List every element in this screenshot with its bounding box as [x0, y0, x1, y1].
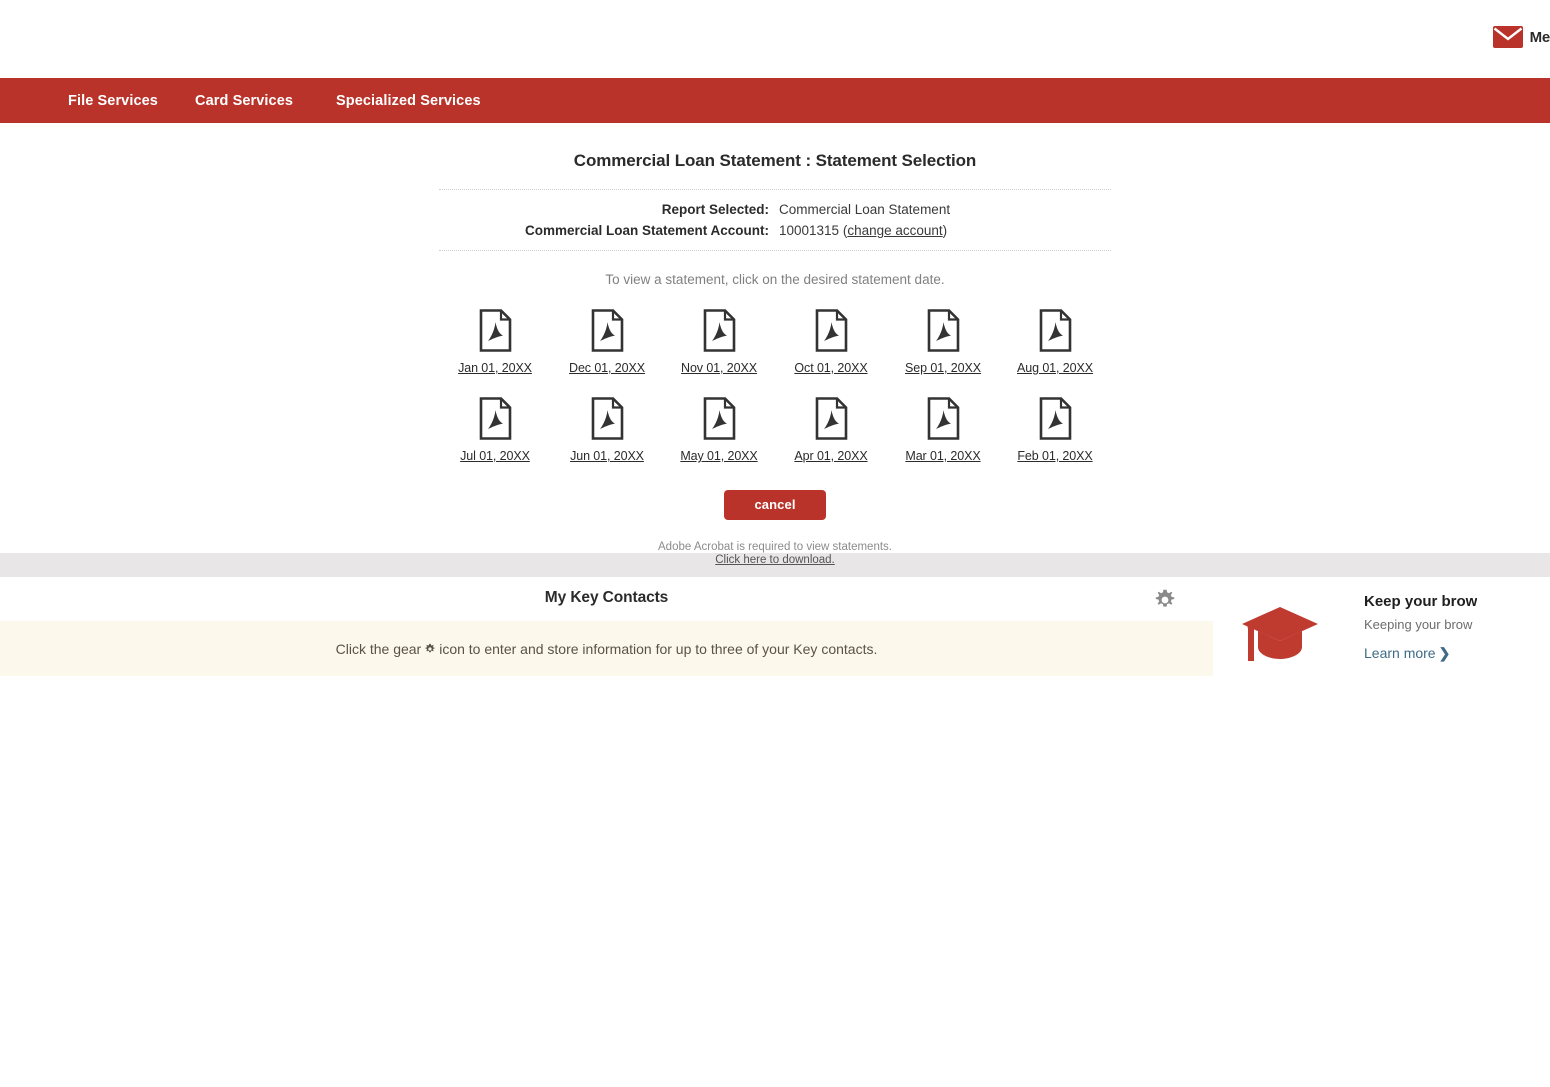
- promo-text-block: Keep your brow Keeping your brow Learn m…: [1364, 593, 1477, 662]
- pdf-icon: [703, 397, 736, 440]
- statement-date-label: May 01, 20XX: [680, 449, 757, 463]
- mail-icon: [1493, 26, 1523, 48]
- statement-item[interactable]: Sep 01, 20XX: [887, 309, 999, 375]
- main-navigation-bar: bles File Services Card Services Special…: [0, 78, 1550, 123]
- promo-title: Keep your brow: [1364, 593, 1477, 610]
- promo-panel: Keep your brow Keeping your brow Learn m…: [1213, 577, 1550, 687]
- cancel-button-container: cancel: [0, 490, 1550, 520]
- statement-grid: Jan 01, 20XX Dec 01, 20XX Nov 01, 20XX: [439, 309, 1111, 463]
- pdf-icon: [591, 397, 624, 440]
- pdf-icon: [815, 397, 848, 440]
- statement-date-label: Oct 01, 20XX: [794, 361, 867, 375]
- change-account-paren-close: ): [943, 223, 948, 238]
- contacts-message-pre: Click the gear: [336, 641, 422, 657]
- account-value-group: 10001315 (change account): [779, 223, 1111, 238]
- acrobat-download-link[interactable]: Click here to download.: [715, 554, 835, 566]
- report-selected-row: Report Selected: Commercial Loan Stateme…: [439, 199, 1111, 220]
- statement-date-label: Nov 01, 20XX: [681, 361, 757, 375]
- pdf-icon: [815, 309, 848, 352]
- statement-row: Jul 01, 20XX Jun 01, 20XX May 01, 20XX: [439, 397, 1111, 463]
- statement-item[interactable]: Aug 01, 20XX: [999, 309, 1111, 375]
- report-selected-value: Commercial Loan Statement: [779, 202, 1111, 217]
- statement-date-label: Sep 01, 20XX: [905, 361, 981, 375]
- account-number: 10001315: [779, 223, 839, 238]
- pdf-icon: [591, 309, 624, 352]
- contacts-message-post: icon to enter and store information for …: [439, 641, 877, 657]
- contacts-panel-title: My Key Contacts: [545, 589, 668, 607]
- statement-date-label: Apr 01, 20XX: [794, 449, 867, 463]
- contacts-settings-button[interactable]: [1153, 588, 1177, 612]
- chevron-right-icon: ❯: [1439, 645, 1451, 661]
- statement-date-label: Jun 01, 20XX: [570, 449, 644, 463]
- statement-item[interactable]: Jan 01, 20XX: [439, 309, 551, 375]
- statement-item[interactable]: Oct 01, 20XX: [775, 309, 887, 375]
- statement-item[interactable]: Dec 01, 20XX: [551, 309, 663, 375]
- statement-date-label: Feb 01, 20XX: [1017, 449, 1092, 463]
- report-selected-label: Report Selected:: [439, 202, 779, 217]
- graduation-cap-icon: [1240, 601, 1320, 667]
- statement-item[interactable]: Nov 01, 20XX: [663, 309, 775, 375]
- page-filler: [0, 687, 1550, 1087]
- change-account-link[interactable]: change account: [847, 223, 942, 238]
- promo-subtitle: Keeping your brow: [1364, 617, 1477, 632]
- statement-item[interactable]: Apr 01, 20XX: [775, 397, 887, 463]
- statement-item[interactable]: Feb 01, 20XX: [999, 397, 1111, 463]
- main-content: Commercial Loan Statement : Statement Se…: [0, 123, 1550, 553]
- mail-label: Me: [1530, 29, 1550, 46]
- contacts-empty-message: Click the gear icon to enter and store i…: [0, 621, 1213, 676]
- acrobat-note-text: Adobe Acrobat is required to view statem…: [0, 541, 1550, 554]
- statement-item[interactable]: Jul 01, 20XX: [439, 397, 551, 463]
- statement-date-label: Dec 01, 20XX: [569, 361, 645, 375]
- pdf-icon: [1039, 397, 1072, 440]
- page-title: Commercial Loan Statement : Statement Se…: [0, 123, 1550, 171]
- pdf-icon: [479, 397, 512, 440]
- promo-learn-more-link[interactable]: Learn more❯: [1364, 645, 1477, 662]
- acrobat-note: Adobe Acrobat is required to view statem…: [0, 541, 1550, 567]
- nav-item-card-services[interactable]: Card Services: [195, 93, 293, 109]
- statement-date-label: Mar 01, 20XX: [905, 449, 980, 463]
- pdf-icon: [927, 397, 960, 440]
- pdf-icon: [927, 309, 960, 352]
- pdf-icon: [703, 309, 736, 352]
- mail-widget[interactable]: Me: [1493, 26, 1550, 48]
- pdf-icon: [479, 309, 512, 352]
- instruction-text: To view a statement, click on the desire…: [0, 272, 1550, 287]
- statement-date-label: Aug 01, 20XX: [1017, 361, 1093, 375]
- nav-item-file-services[interactable]: File Services: [68, 93, 158, 109]
- top-header: Me: [0, 0, 1550, 78]
- statement-item[interactable]: May 01, 20XX: [663, 397, 775, 463]
- statement-item[interactable]: Jun 01, 20XX: [551, 397, 663, 463]
- contacts-header: My Key Contacts: [0, 577, 1213, 619]
- cancel-button[interactable]: cancel: [724, 490, 825, 520]
- my-key-contacts-panel: My Key Contacts Click the gear icon to e…: [0, 577, 1213, 687]
- gear-icon: [424, 643, 436, 655]
- statement-date-label: Jul 01, 20XX: [460, 449, 530, 463]
- bottom-widgets-area: My Key Contacts Click the gear icon to e…: [0, 577, 1550, 687]
- statement-item[interactable]: Mar 01, 20XX: [887, 397, 999, 463]
- promo-learn-more-label: Learn more: [1364, 645, 1436, 661]
- account-row: Commercial Loan Statement Account: 10001…: [439, 220, 1111, 241]
- statement-row: Jan 01, 20XX Dec 01, 20XX Nov 01, 20XX: [439, 309, 1111, 375]
- pdf-icon: [1039, 309, 1072, 352]
- report-info-block: Report Selected: Commercial Loan Stateme…: [439, 189, 1111, 251]
- statement-date-label: Jan 01, 20XX: [458, 361, 532, 375]
- nav-item-specialized-services[interactable]: Specialized Services: [336, 93, 481, 109]
- gear-icon: [1153, 588, 1177, 612]
- account-label: Commercial Loan Statement Account:: [439, 223, 779, 238]
